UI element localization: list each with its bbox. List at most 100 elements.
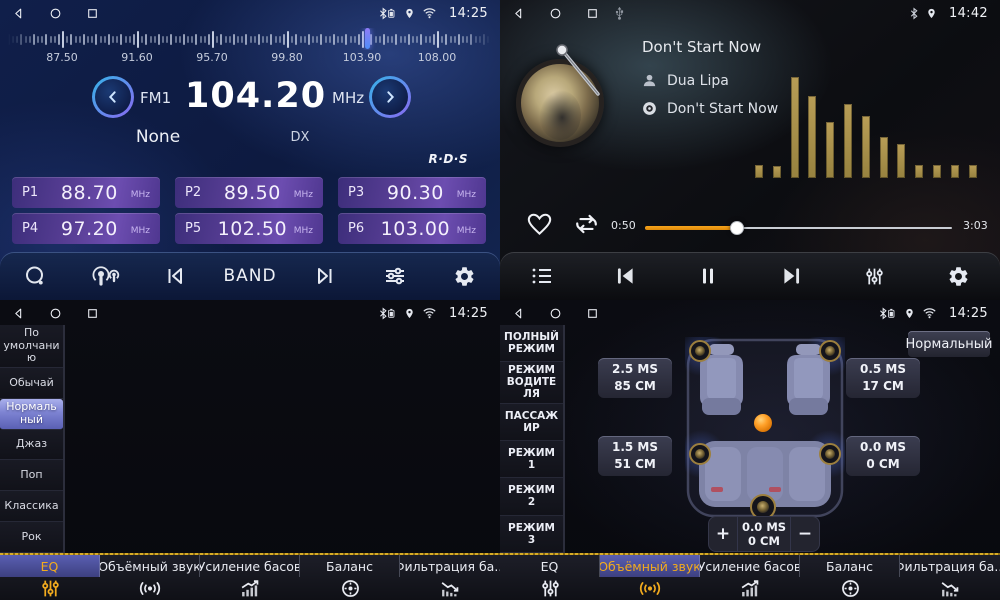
previous-icon[interactable] bbox=[603, 256, 647, 296]
seek-thumb[interactable] bbox=[730, 221, 744, 235]
speaker-front-left bbox=[690, 341, 710, 361]
tab-3[interactable]: Усиление басов bbox=[200, 555, 300, 600]
tab-4[interactable]: Баланс bbox=[800, 555, 900, 600]
eq-preset-item-3[interactable]: Нормальный bbox=[0, 399, 63, 430]
preset-button-p6[interactable]: P6103.00MHz bbox=[338, 213, 486, 244]
preset-frequency: 103.00 bbox=[374, 218, 457, 240]
back-icon[interactable] bbox=[512, 7, 525, 20]
seek-up-button[interactable] bbox=[369, 76, 411, 118]
delay-cm: 51 CM bbox=[614, 456, 656, 473]
home-icon[interactable] bbox=[549, 307, 562, 320]
spectrum-bar bbox=[791, 77, 799, 178]
favorite-icon[interactable] bbox=[526, 211, 553, 240]
seek-down-button[interactable] bbox=[92, 76, 134, 118]
tab-4[interactable]: Баланс bbox=[300, 555, 400, 600]
previous-icon[interactable] bbox=[153, 256, 197, 296]
clock: 14:25 bbox=[449, 6, 488, 21]
settings-icon[interactable] bbox=[936, 256, 980, 296]
preset-id: P1 bbox=[22, 185, 48, 200]
tab-surround-icon bbox=[600, 577, 700, 600]
delay-button-rear-right[interactable]: 0.0 MS0 CM bbox=[846, 436, 920, 476]
delay-plus-button[interactable]: + bbox=[709, 517, 737, 551]
equalizer-screen: 14:25 По умолчаниюОбычайНормальныйДжазПо… bbox=[0, 300, 500, 600]
tab-bass-boost-icon bbox=[200, 577, 300, 600]
preset-button-p5[interactable]: P5102.50MHz bbox=[175, 213, 323, 244]
tab-5[interactable]: Фильтрация ба... bbox=[900, 555, 1000, 600]
preset-button-p2[interactable]: P289.50MHz bbox=[175, 177, 323, 208]
location-icon bbox=[926, 7, 937, 20]
tune-icon[interactable] bbox=[373, 256, 417, 296]
statusbar-surround: 14:25 bbox=[500, 300, 1000, 326]
sound-tabbar: EQОбъёмный звукУсиление басовБалансФильт… bbox=[500, 555, 1000, 600]
recents-icon[interactable] bbox=[586, 7, 599, 20]
statusbar-player: 14:42 bbox=[500, 0, 1000, 26]
preset-id: P4 bbox=[22, 221, 48, 236]
tab-2[interactable]: Объёмный звук bbox=[600, 555, 700, 600]
tab-1[interactable]: EQ bbox=[500, 555, 600, 600]
eq-preset-item-1[interactable]: По умолчанию bbox=[0, 325, 63, 368]
playlist-icon[interactable] bbox=[520, 256, 564, 296]
bluetooth-battery-icon bbox=[378, 7, 397, 20]
speaker-rear-right bbox=[820, 444, 840, 464]
recents-icon[interactable] bbox=[86, 7, 99, 20]
listening-mode-item-6[interactable]: РЕЖИМ 3 bbox=[500, 516, 563, 553]
pause-icon[interactable] bbox=[686, 256, 730, 296]
delay-button-front-left[interactable]: 2.5 MS85 CM bbox=[598, 358, 672, 398]
preset-frequency: 89.50 bbox=[211, 182, 294, 204]
delay-button-front-right[interactable]: 0.5 MS17 CM bbox=[846, 358, 920, 398]
clock: 14:25 bbox=[949, 306, 988, 321]
eq-preset-item-5[interactable]: Поп bbox=[0, 460, 63, 491]
band-button[interactable]: BAND bbox=[223, 266, 276, 286]
spectrum-bar bbox=[969, 165, 977, 178]
spectrum-bar bbox=[844, 104, 852, 178]
preset-frequency: 102.50 bbox=[211, 218, 294, 240]
tab-2[interactable]: Объёмный звук bbox=[100, 555, 200, 600]
station-name: None bbox=[118, 127, 198, 147]
listening-mode-item-2[interactable]: РЕЖИМ ВОДИТЕЛЯ bbox=[500, 362, 563, 403]
tab-5[interactable]: Фильтрация ба... bbox=[400, 555, 500, 600]
eq-preset-item-4[interactable]: Джаз bbox=[0, 430, 63, 461]
delay-button-rear-left[interactable]: 1.5 MS51 CM bbox=[598, 436, 672, 476]
eq-preset-item-2[interactable]: Обычай bbox=[0, 368, 63, 399]
listening-mode-item-3[interactable]: ПАССАЖИР bbox=[500, 404, 563, 441]
seek-bar[interactable] bbox=[645, 221, 952, 235]
eq-preset-item-7[interactable]: Рок bbox=[0, 522, 63, 553]
eq-sliders-icon[interactable] bbox=[853, 256, 897, 296]
next-icon[interactable] bbox=[770, 256, 814, 296]
spectrum-bar bbox=[773, 166, 781, 178]
tab-3[interactable]: Усиление басов bbox=[700, 555, 800, 600]
preset-button-p3[interactable]: P390.30MHz bbox=[338, 177, 486, 208]
home-icon[interactable] bbox=[49, 7, 62, 20]
preset-button-p4[interactable]: P497.20MHz bbox=[12, 213, 160, 244]
eq-preset-item-6[interactable]: Классика bbox=[0, 491, 63, 522]
tab-1[interactable]: EQ bbox=[0, 555, 100, 600]
recents-icon[interactable] bbox=[586, 307, 599, 320]
player-toolbar bbox=[500, 252, 1000, 300]
home-icon[interactable] bbox=[49, 307, 62, 320]
settings-icon[interactable] bbox=[443, 256, 487, 296]
listening-mode-item-5[interactable]: РЕЖИМ 2 bbox=[500, 478, 563, 515]
listening-position-dot bbox=[754, 414, 772, 432]
broadcast-icon[interactable] bbox=[83, 256, 127, 296]
preset-button-p1[interactable]: P188.70MHz bbox=[12, 177, 160, 208]
home-icon[interactable] bbox=[549, 7, 562, 20]
preset-unit: MHz bbox=[294, 190, 313, 200]
tab-balance-icon bbox=[300, 577, 400, 600]
delay-minus-button[interactable]: − bbox=[791, 517, 819, 551]
tab-label: Баланс bbox=[800, 555, 900, 577]
back-icon[interactable] bbox=[12, 307, 25, 320]
sound-profile-button[interactable]: Нормальный bbox=[908, 331, 990, 357]
back-icon[interactable] bbox=[512, 307, 525, 320]
listening-mode-item-4[interactable]: РЕЖИМ 1 bbox=[500, 441, 563, 478]
tuner-scale[interactable] bbox=[8, 28, 492, 50]
scan-icon[interactable] bbox=[13, 256, 57, 296]
spectrum-bar bbox=[915, 165, 923, 178]
next-icon[interactable] bbox=[303, 256, 347, 296]
album-art bbox=[516, 59, 604, 147]
repeat-icon[interactable] bbox=[573, 212, 600, 240]
delay-cm: 17 CM bbox=[862, 378, 904, 395]
listening-mode-item-1[interactable]: ПОЛНЫЙ РЕЖИМ bbox=[500, 325, 563, 362]
recents-icon[interactable] bbox=[86, 307, 99, 320]
back-icon[interactable] bbox=[12, 7, 25, 20]
radio-toolbar: BAND bbox=[0, 252, 500, 300]
